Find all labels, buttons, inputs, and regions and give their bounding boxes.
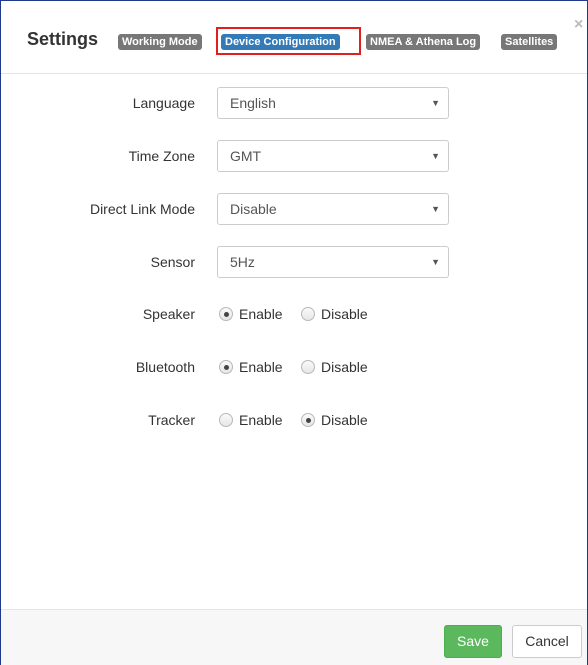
speaker-label: Speaker xyxy=(142,306,195,322)
sensor-row: Sensor 5Hz ▼ xyxy=(1,246,587,278)
cancel-button[interactable]: Cancel xyxy=(512,625,582,658)
tracker-disable-label[interactable]: Disable xyxy=(321,404,368,436)
caret-down-icon: ▼ xyxy=(431,257,440,267)
bluetooth-row: Bluetooth Enable Disable xyxy=(1,351,587,383)
caret-down-icon: ▼ xyxy=(431,98,440,108)
time-zone-value: GMT xyxy=(230,148,262,164)
tab-highlight-box xyxy=(216,27,361,55)
sensor-select[interactable]: 5Hz ▼ xyxy=(217,246,449,278)
sensor-label: Sensor xyxy=(150,254,195,270)
direct-link-mode-label: Direct Link Mode xyxy=(89,201,195,217)
speaker-disable-radio[interactable] xyxy=(301,307,315,321)
tab-nmea-athena-log[interactable]: NMEA & Athena Log xyxy=(366,34,481,50)
direct-link-mode-value: Disable xyxy=(230,201,277,217)
language-row: Language English ▼ xyxy=(1,87,587,119)
language-value: English xyxy=(230,95,276,111)
settings-dialog: Settings Working Mode Device Configurati… xyxy=(0,0,588,665)
direct-link-mode-row: Direct Link Mode Disable ▼ xyxy=(1,193,587,225)
bluetooth-enable-radio[interactable] xyxy=(219,360,233,374)
language-select[interactable]: English ▼ xyxy=(217,87,449,119)
speaker-disable-label[interactable]: Disable xyxy=(321,298,368,330)
time-zone-select[interactable]: GMT ▼ xyxy=(217,140,449,172)
dialog-title: Settings xyxy=(27,29,99,49)
bluetooth-enable-label[interactable]: Enable xyxy=(239,351,283,383)
save-button[interactable]: Save xyxy=(444,625,502,658)
speaker-enable-label[interactable]: Enable xyxy=(239,298,283,330)
time-zone-row: Time Zone GMT ▼ xyxy=(1,140,587,172)
bluetooth-disable-label[interactable]: Disable xyxy=(321,351,368,383)
speaker-enable-radio[interactable] xyxy=(219,307,233,321)
caret-down-icon: ▼ xyxy=(431,151,440,161)
close-icon[interactable]: × xyxy=(574,17,583,33)
tracker-row: Tracker Enable Disable xyxy=(1,404,587,436)
tracker-label: Tracker xyxy=(148,412,195,428)
tracker-enable-label[interactable]: Enable xyxy=(239,404,283,436)
tab-satellites[interactable]: Satellites xyxy=(501,34,558,50)
caret-down-icon: ▼ xyxy=(431,204,440,214)
bluetooth-label: Bluetooth xyxy=(135,359,195,375)
tracker-enable-radio[interactable] xyxy=(219,413,233,427)
tab-working-mode[interactable]: Working Mode xyxy=(118,34,202,50)
speaker-row: Speaker Enable Disable xyxy=(1,298,587,330)
dialog-header: Settings Working Mode Device Configurati… xyxy=(1,1,587,74)
direct-link-mode-select[interactable]: Disable ▼ xyxy=(217,193,449,225)
tracker-disable-radio[interactable] xyxy=(301,413,315,427)
sensor-value: 5Hz xyxy=(230,254,255,270)
time-zone-label: Time Zone xyxy=(128,148,195,164)
dialog-footer: Save Cancel xyxy=(1,609,587,665)
language-label: Language xyxy=(132,95,195,111)
bluetooth-disable-radio[interactable] xyxy=(301,360,315,374)
